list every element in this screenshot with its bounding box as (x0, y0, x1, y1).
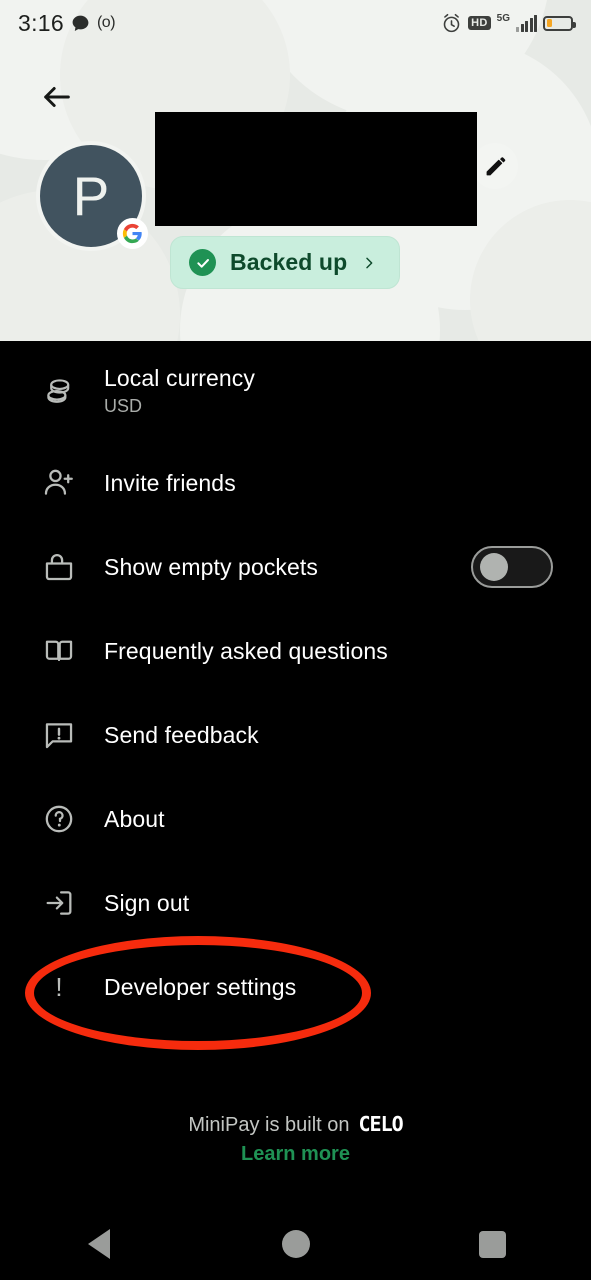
backed-up-label: Backed up (230, 249, 348, 275)
redacted-name-block (155, 112, 477, 226)
menu-item-label: Invite friends (104, 469, 236, 496)
learn-more-link[interactable]: Learn more (241, 1143, 350, 1166)
settings-menu: Local currency USD Invite friends Show e… (0, 341, 591, 1029)
menu-item-text: Sign out (104, 889, 189, 918)
back-button[interactable] (40, 80, 74, 119)
menu-item-faq[interactable]: Frequently asked questions (0, 609, 591, 693)
check-circle-icon (189, 249, 216, 276)
nav-home-button[interactable] (256, 1216, 336, 1272)
menu-item-invite-friends[interactable]: Invite friends (0, 441, 591, 525)
menu-item-send-feedback[interactable]: Send feedback (0, 693, 591, 777)
built-on-line: MiniPay is built on CELO (188, 1112, 404, 1137)
menu-item-label: Local currency (104, 364, 255, 391)
back-arrow-icon (44, 87, 70, 107)
profile-header: 3:16 (o) HD 5G P Backed up (0, 0, 591, 341)
show-empty-pockets-toggle[interactable] (471, 546, 553, 588)
network-type-label: 5G (496, 12, 510, 24)
person-add-icon (36, 466, 82, 500)
menu-item-text: Send feedback (104, 721, 259, 750)
menu-item-local-currency[interactable]: Local currency USD (0, 341, 591, 441)
speech-bubble-icon (72, 15, 89, 31)
nav-recents-button[interactable] (453, 1216, 533, 1272)
exclamation-icon: ! (36, 974, 82, 1000)
menu-item-text: Invite friends (104, 469, 236, 498)
pocket-bag-icon (36, 550, 82, 584)
nav-home-circle-icon (281, 1230, 310, 1258)
menu-item-text: Local currency USD (104, 364, 255, 418)
open-book-icon (36, 634, 82, 668)
menu-item-text: About (104, 805, 165, 834)
android-navigation-bar (0, 1208, 591, 1280)
menu-item-label: Show empty pockets (104, 553, 319, 580)
avatar[interactable]: P (36, 141, 148, 251)
menu-item-sign-out[interactable]: Sign out (0, 861, 591, 945)
google-logo (122, 223, 142, 244)
menu-item-developer-settings[interactable]: ! Developer settings (0, 945, 591, 1029)
check-mark (196, 258, 209, 268)
chevron-right-icon (366, 257, 373, 268)
menu-item-label: Developer settings (104, 973, 297, 1000)
menu-item-text: Developer settings (104, 973, 296, 1002)
coins-stack-icon (36, 374, 82, 408)
sign-out-icon (36, 886, 82, 920)
backed-up-button[interactable]: Backed up (170, 236, 401, 289)
question-circle-icon (36, 802, 82, 836)
feedback-bubble-icon (36, 718, 82, 752)
exclamation-glyph: ! (55, 972, 63, 1002)
nav-back-button[interactable] (59, 1216, 139, 1272)
signal-bars-icon (516, 14, 537, 32)
menu-item-label: Frequently asked questions (104, 637, 388, 664)
nav-recents-square-icon (479, 1230, 506, 1258)
celo-logo: CELO (358, 1112, 404, 1136)
alarm-clock-icon (443, 13, 460, 32)
edit-profile-button[interactable] (472, 143, 518, 189)
nav-back-triangle-icon (87, 1229, 110, 1259)
status-bar-left: 3:16 (o) (18, 9, 116, 37)
status-extra-text: (o) (96, 14, 116, 31)
menu-item-label: Sign out (104, 889, 190, 916)
footer: MiniPay is built on CELO Learn more (0, 1112, 591, 1166)
google-g-icon (117, 218, 148, 249)
phone-screen: 3:16 (o) HD 5G P Backed up Local currenc… (0, 0, 591, 1280)
built-on-text: MiniPay is built on (188, 1114, 350, 1136)
clock-text: 3:16 (18, 9, 64, 36)
menu-item-label: Send feedback (104, 721, 259, 748)
menu-item-text: Show empty pockets (104, 553, 318, 582)
hd-badge: HD (468, 15, 491, 31)
menu-item-sublabel: USD (104, 395, 143, 416)
menu-item-about[interactable]: About (0, 777, 591, 861)
battery-low-icon (543, 15, 576, 31)
status-bar: 3:16 (o) HD 5G (0, 0, 591, 46)
menu-item-text: Frequently asked questions (104, 637, 388, 666)
pencil-edit-icon (486, 156, 505, 175)
status-bar-right: HD 5G (441, 12, 576, 34)
menu-item-label: About (104, 805, 165, 832)
menu-item-show-empty-pockets[interactable]: Show empty pockets (0, 525, 591, 609)
